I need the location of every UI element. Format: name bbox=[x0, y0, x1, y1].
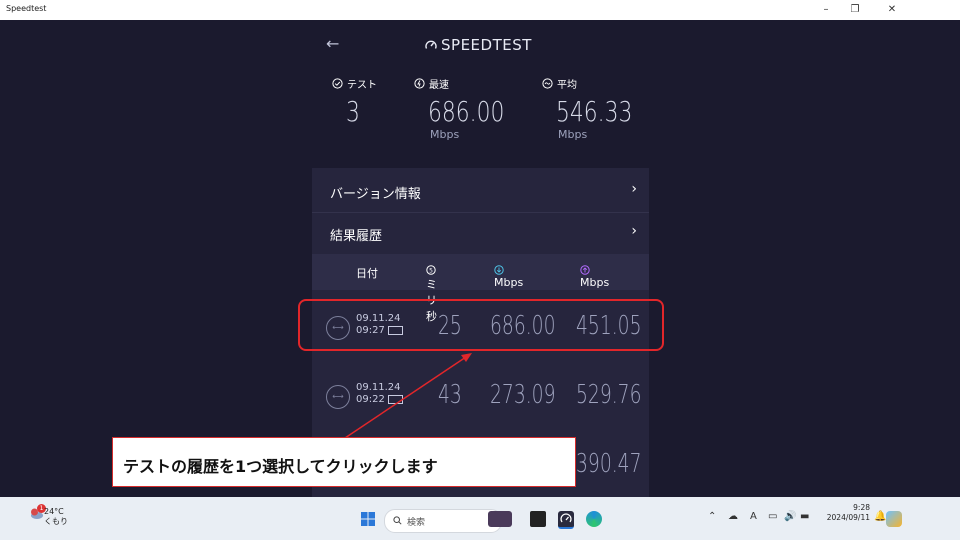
result-upload: 390.47 bbox=[576, 449, 642, 479]
menu-result-history[interactable]: 結果履歴 › bbox=[312, 212, 649, 255]
task-view-icon[interactable] bbox=[530, 511, 546, 527]
wave-icon bbox=[542, 78, 553, 89]
chevron-right-icon: › bbox=[631, 181, 637, 197]
taskbar-clock[interactable]: 9:28 2024/09/11 bbox=[820, 503, 870, 523]
display-icon[interactable]: ▭ bbox=[768, 511, 777, 522]
stat-average: 平均 546.33 Mbps bbox=[542, 76, 654, 141]
header-ping: 5 ミリ秒 bbox=[426, 265, 437, 323]
result-upload: 529.76 bbox=[576, 380, 642, 410]
svg-text:5: 5 bbox=[429, 267, 433, 274]
speed-icon bbox=[414, 78, 425, 89]
annotation-callout: テストの履歴を1つ選択してクリックします bbox=[112, 437, 576, 487]
download-icon bbox=[494, 265, 504, 275]
taskbar: 1 24°C くもり 検索 ⌃ ☁ A ▭ 🔊 ▬ 9:28 2024/09/1… bbox=[0, 497, 960, 540]
check-circle-icon bbox=[332, 78, 343, 89]
connection-icon: ⟷ bbox=[326, 385, 350, 409]
gauge-icon bbox=[425, 40, 437, 49]
result-row[interactable]: ⟷ 09.11.24 09:22 43 273.09 529.76 bbox=[312, 366, 649, 428]
copilot-icon[interactable] bbox=[886, 511, 902, 527]
header-upload: Mbps bbox=[580, 265, 609, 289]
taskbar-search[interactable]: 検索 bbox=[384, 509, 502, 533]
widgets-banner-icon[interactable] bbox=[488, 511, 512, 527]
header-download: Mbps bbox=[494, 265, 523, 289]
stat-unit: Mbps bbox=[430, 128, 460, 141]
stat-label: 平均 bbox=[557, 80, 577, 91]
stat-label: テスト bbox=[347, 80, 377, 91]
menu-label: 結果履歴 bbox=[330, 229, 383, 244]
window-title: Speedtest bbox=[6, 4, 47, 13]
chevron-right-icon: › bbox=[631, 223, 637, 239]
stat-value: 686.00 bbox=[428, 95, 505, 128]
speedtest-app: ← SPEEDTEST テスト 3 最速 686.00 Mbps 平均 546.… bbox=[0, 20, 960, 497]
chevron-up-icon[interactable]: ⌃ bbox=[708, 511, 716, 522]
upload-icon bbox=[580, 265, 590, 275]
stat-value: 3 bbox=[346, 95, 360, 128]
restore-button[interactable]: ❐ bbox=[845, 2, 865, 18]
logo-text: SPEEDTEST bbox=[441, 36, 532, 54]
close-button[interactable]: ✕ bbox=[882, 2, 902, 18]
cloud-icon[interactable]: ☁ bbox=[728, 511, 738, 522]
stat-label: 最速 bbox=[429, 80, 449, 91]
menu-label: バージョン情報 bbox=[330, 187, 421, 202]
search-icon bbox=[393, 516, 402, 525]
stat-unit: Mbps bbox=[558, 128, 588, 141]
bell-icon[interactable]: 🔔 bbox=[874, 511, 886, 522]
windows-start-icon[interactable] bbox=[360, 511, 376, 527]
menu-version-info[interactable]: バージョン情報 › bbox=[312, 170, 649, 213]
stat-tests: テスト 3 bbox=[332, 76, 377, 128]
result-datetime: 09.11.24 09:22 bbox=[356, 382, 404, 406]
header-date: 日付 bbox=[356, 267, 378, 280]
window-titlebar: Speedtest – ❐ ✕ bbox=[0, 0, 960, 20]
result-ping: 43 bbox=[438, 380, 462, 410]
battery-icon[interactable]: ▬ bbox=[800, 511, 809, 522]
ping-icon: 5 bbox=[426, 265, 436, 275]
speedtest-taskbar-icon[interactable] bbox=[558, 511, 574, 529]
stat-fastest: 最速 686.00 Mbps bbox=[414, 76, 526, 141]
highlight-box bbox=[298, 299, 664, 351]
annotation-text: テストの履歴を1つ選択してクリックします bbox=[123, 457, 438, 476]
device-icon bbox=[388, 394, 404, 404]
result-download: 273.09 bbox=[490, 380, 556, 410]
stat-value: 546.33 bbox=[556, 95, 633, 128]
volume-icon[interactable]: 🔊 bbox=[784, 511, 796, 522]
edge-browser-icon[interactable] bbox=[586, 511, 602, 527]
speedtest-logo: SPEEDTEST bbox=[424, 36, 532, 54]
results-table-header: 日付 5 ミリ秒 Mbps Mbps bbox=[312, 254, 649, 323]
ime-icon[interactable]: A bbox=[750, 511, 757, 522]
back-arrow-icon[interactable]: ← bbox=[326, 34, 339, 53]
weather-widget[interactable]: 24°C くもり bbox=[44, 507, 68, 527]
minimize-button[interactable]: – bbox=[816, 2, 836, 18]
